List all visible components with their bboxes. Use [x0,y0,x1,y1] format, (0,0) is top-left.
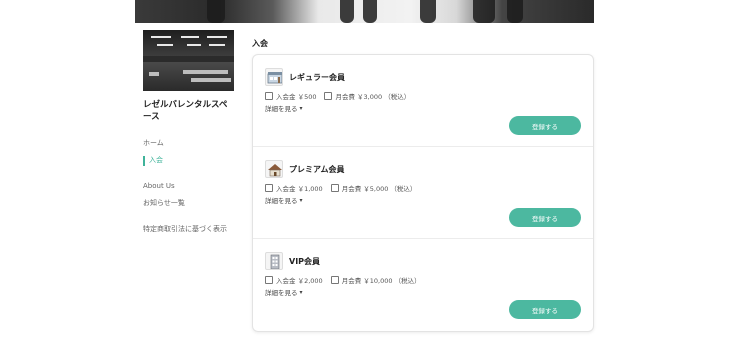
nav-label: 入会 [149,156,163,164]
page: レゼルバレンタルスペース ホーム 入会 About Us お知らせ一覧 特定商取… [0,0,730,344]
details-toggle[interactable]: 詳細を見る ▾ [265,195,593,206]
plan-premium: プレミアム会員 入会金 ￥1,000 月会費 ￥5,000 （税込） 詳細を見る… [253,147,593,239]
plan-regular: レギュラー会員 入会金 ￥500 月会費 ￥3,000 （税込） 詳細を見る ▾ … [253,55,593,147]
nav-label: お知らせ一覧 [143,199,185,207]
monthly-fee: 月会費 ￥10,000 （税込） [341,277,421,285]
sidebar-nav: ホーム 入会 About Us お知らせ一覧 特定商取引法に基づく表示 [143,135,235,238]
nav-item-join[interactable]: 入会 [143,152,235,169]
nav-item-home[interactable]: ホーム [143,135,235,152]
chevron-down-icon: ▾ [299,196,303,204]
tag-icon [265,276,273,284]
house-icon [265,160,283,178]
sidebar: レゼルバレンタルスペース ホーム 入会 About Us お知らせ一覧 特定商取… [143,30,235,238]
nav-label: ホーム [143,139,164,147]
main-content: 入会 レギュラー会員 入会金 ￥500 月会費 ￥3,000 （税込） 詳細を見… [252,38,594,332]
entry-fee: 入会金 ￥2,000 [276,277,323,285]
nav-item-legal-notice[interactable]: 特定商取引法に基づく表示 [143,221,235,238]
tag-icon [265,92,273,100]
details-label: 詳細を見る [265,197,298,205]
active-indicator [143,155,145,166]
details-label: 詳細を見る [265,289,298,297]
entry-fee: 入会金 ￥1,000 [276,185,323,193]
nav-label: About Us [143,182,175,190]
plan-name: レギュラー会員 [289,72,345,82]
repeat-icon [324,92,333,100]
register-button[interactable]: 登録する [509,116,581,135]
repeat-icon [330,276,339,284]
building-icon [265,252,283,270]
plan-name: VIP会員 [289,256,321,266]
monthly-fee: 月会費 ￥3,000 （税込） [335,93,411,101]
nav-item-news-list[interactable]: お知らせ一覧 [143,195,235,212]
membership-plans-card: レギュラー会員 入会金 ￥500 月会費 ￥3,000 （税込） 詳細を見る ▾ … [252,54,594,332]
nav-label: 特定商取引法に基づく表示 [143,225,227,233]
details-label: 詳細を見る [265,105,298,113]
page-title: 入会 [252,39,268,48]
hero-banner-image [135,0,594,23]
repeat-icon [330,184,339,192]
site-thumbnail-image [143,30,234,91]
register-button[interactable]: 登録する [509,300,581,319]
entry-fee: 入会金 ￥500 [276,93,317,101]
site-name[interactable]: レゼルバレンタルスペース [143,99,235,123]
monthly-fee: 月会費 ￥5,000 （税込） [341,185,417,193]
register-button[interactable]: 登録する [509,208,581,227]
tag-icon [265,184,273,192]
details-toggle[interactable]: 詳細を見る ▾ [265,287,593,298]
plan-name: プレミアム会員 [289,164,345,174]
nav-item-about-us[interactable]: About Us [143,178,235,195]
shop-icon [265,68,283,86]
details-toggle[interactable]: 詳細を見る ▾ [265,103,593,114]
plan-vip: VIP会員 入会金 ￥2,000 月会費 ￥10,000 （税込） 詳細を見る ▾… [253,239,593,331]
chevron-down-icon: ▾ [299,288,303,296]
chevron-down-icon: ▾ [299,104,303,112]
